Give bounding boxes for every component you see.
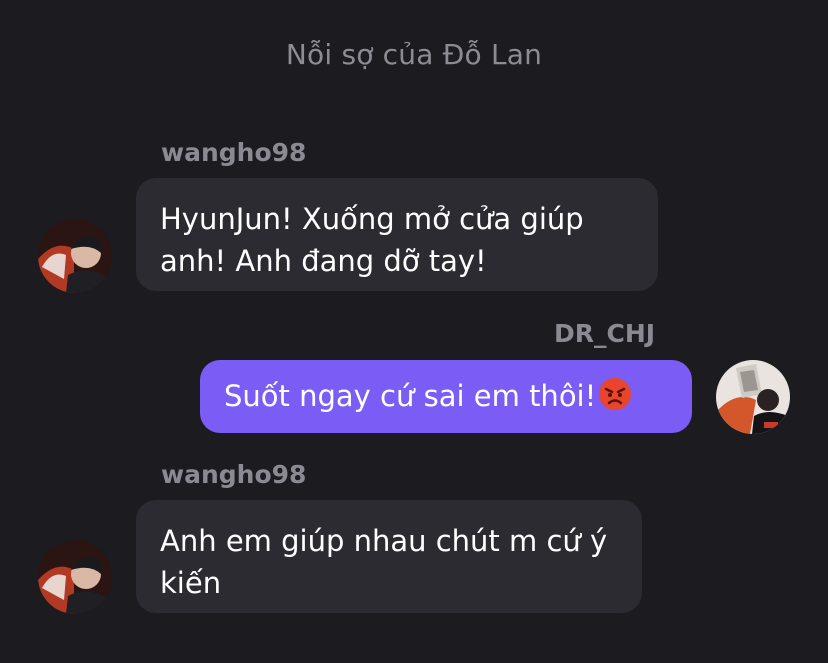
sender-name: wangho98 xyxy=(161,138,307,167)
chat-title: Nỗi sợ của Đỗ Lan xyxy=(285,38,543,71)
avatar-image xyxy=(38,219,112,293)
avatar-dr-chj[interactable] xyxy=(716,360,790,434)
message-bubble-incoming[interactable]: HyunJun! Xuống mở cửa giúp anh! Anh đang… xyxy=(136,178,658,291)
message-bubble-incoming[interactable]: Anh em giúp nhau chút m cứ ý kiến xyxy=(136,500,642,613)
sender-name: DR_CHJ xyxy=(554,319,656,348)
message-text: Suốt ngay cứ sai em thôi! xyxy=(224,379,597,413)
avatar-image xyxy=(716,360,790,434)
message-text: HyunJun! Xuống mở cửa giúp anh! Anh đang… xyxy=(160,202,584,278)
avatar-wangho98[interactable] xyxy=(38,219,112,293)
angry-face-emoji-icon xyxy=(599,378,632,410)
sender-name: wangho98 xyxy=(161,460,307,489)
avatar-image xyxy=(38,540,112,614)
message-text: Anh em giúp nhau chút m cứ ý kiến xyxy=(160,524,608,600)
message-bubble-outgoing[interactable]: Suốt ngay cứ sai em thôi! xyxy=(200,360,692,433)
avatar-wangho98[interactable] xyxy=(38,540,112,614)
